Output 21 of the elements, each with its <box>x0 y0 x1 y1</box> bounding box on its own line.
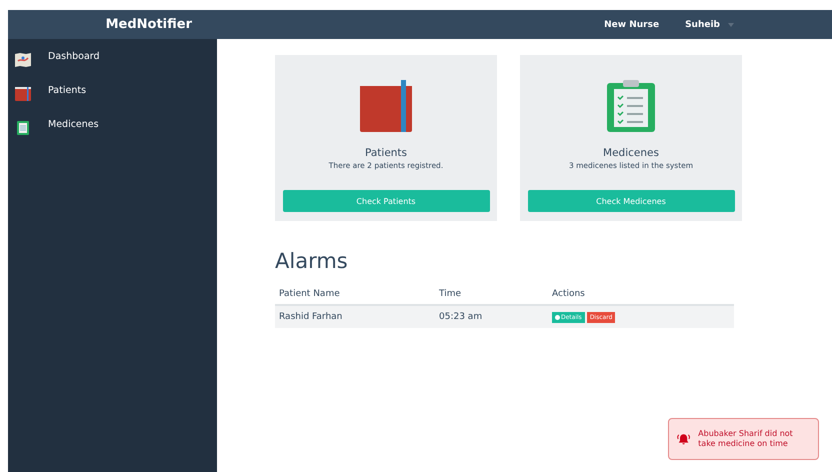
sidebar-item[interactable]: Medicenes <box>48 119 99 130</box>
nav-link[interactable]: Suheib <box>685 20 734 30</box>
column-header: Actions <box>552 288 586 298</box>
clipboard-icon <box>14 120 32 136</box>
sidebar-item[interactable]: Dashboard <box>48 51 100 62</box>
table-cell-text: 05:23 am <box>439 312 484 322</box>
column-header: Time <box>439 288 462 298</box>
card-title: Medicenes <box>603 147 659 159</box>
brand-logo-text[interactable]: MedNotifier <box>8 17 217 32</box>
book-icon <box>359 79 413 133</box>
info-icon <box>555 314 560 320</box>
column-header: Patient Name <box>279 288 341 298</box>
notification-text: Abubaker Sharif did not take medicine on time <box>698 428 794 450</box>
map-icon <box>14 52 32 68</box>
table-cell-text: Rashid Farhan <box>279 312 344 322</box>
clipboard-icon <box>604 79 658 133</box>
nav-link[interactable]: New Nurse <box>604 20 660 30</box>
book-icon <box>14 86 32 102</box>
sidebar-item[interactable]: Patients <box>48 85 86 96</box>
card-title: Patients <box>364 147 408 159</box>
alarms-heading: Alarms <box>275 249 349 273</box>
